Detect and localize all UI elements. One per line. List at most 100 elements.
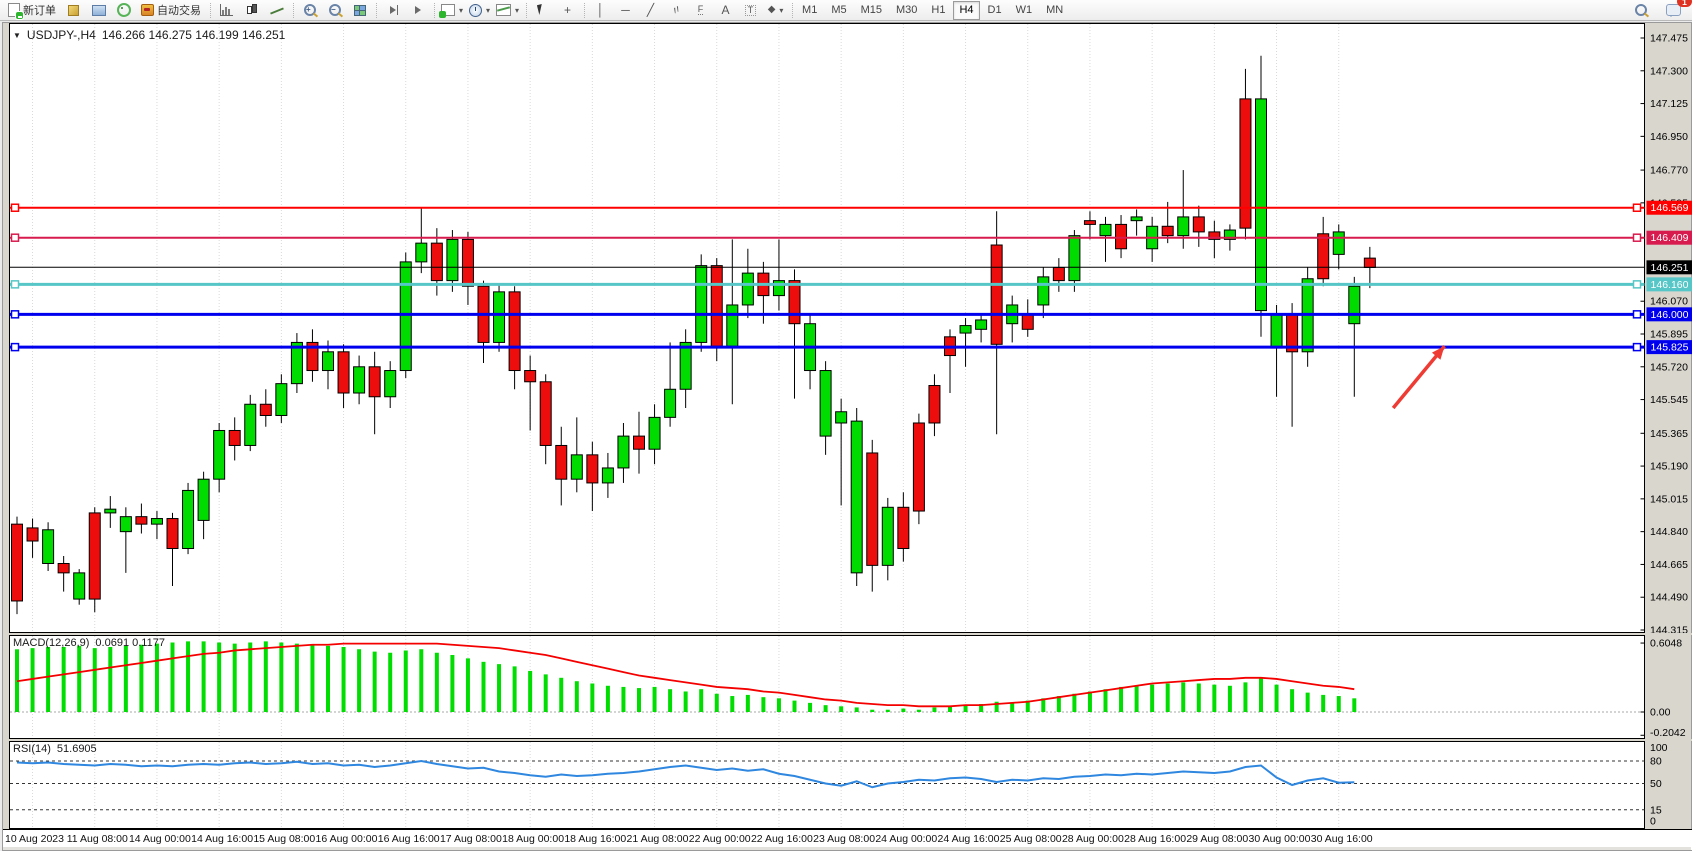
autotrade-icon — [141, 4, 154, 16]
clock-icon — [469, 4, 482, 17]
candle-body — [136, 517, 147, 524]
rsi-value: 51.6905 — [57, 743, 97, 755]
zoom-in-icon: + — [304, 4, 316, 16]
horizontal-line-icon: ─ — [621, 4, 630, 16]
candlestick-chart-button[interactable] — [239, 0, 264, 20]
date-label: 24 Aug 16:00 — [938, 833, 1000, 845]
candle-body — [338, 352, 349, 393]
date-label: 30 Aug 16:00 — [1311, 833, 1373, 845]
line-chart-button[interactable] — [264, 0, 289, 20]
label-icon: T — [745, 5, 756, 16]
price-tick-label: 144.840 — [1650, 526, 1688, 538]
price-tick-label: 145.190 — [1650, 461, 1688, 473]
tile-windows-button[interactable] — [347, 0, 372, 20]
candle-body — [1038, 277, 1049, 305]
terminal-window-button[interactable] — [86, 0, 111, 20]
timeframe-d1[interactable]: D1 — [982, 1, 1008, 20]
trendline-tool-button[interactable]: ╱ — [638, 0, 663, 20]
line-handle — [12, 204, 19, 211]
candle-body — [369, 367, 380, 397]
timeframe-w1[interactable]: W1 — [1010, 1, 1039, 20]
auto-scroll-button[interactable] — [380, 0, 405, 20]
timeframe-m30[interactable]: M30 — [890, 1, 923, 20]
auto-scroll-icon — [390, 6, 396, 14]
templates-button[interactable]: ▾ — [493, 0, 522, 20]
vertical-line-icon: │ — [597, 4, 605, 16]
candle-body — [556, 445, 567, 479]
arrows-tool-button[interactable]: ◆▾ — [763, 0, 788, 20]
candle-body — [1022, 314, 1033, 329]
macd-panel[interactable]: 0.60480.00-0.2042 — [3, 635, 1692, 739]
crosshair-tool-button[interactable]: + — [555, 0, 580, 20]
line-handle — [12, 234, 19, 241]
candle-body — [354, 367, 365, 393]
zoom-in-button[interactable]: + — [297, 0, 322, 20]
line-handle — [1634, 344, 1641, 351]
signal-button[interactable] — [111, 0, 136, 20]
date-label: 16 Aug 16:00 — [378, 833, 440, 845]
candlestick-chart-icon — [246, 4, 258, 16]
zoom-out-icon: − — [329, 4, 341, 16]
candle-body — [1193, 217, 1204, 232]
candle-body — [618, 436, 629, 468]
candle-body — [1116, 224, 1127, 248]
timeframe-m5[interactable]: M5 — [825, 1, 852, 20]
candle-body — [789, 281, 800, 324]
date-label: 28 Aug 00:00 — [1062, 833, 1124, 845]
date-label: 25 Aug 08:00 — [1000, 833, 1062, 845]
candle-body — [696, 266, 707, 343]
candle-body — [1069, 236, 1080, 281]
search-button[interactable] — [1628, 0, 1653, 20]
new-order-label: 新订单 — [23, 2, 56, 18]
fibonacci-icon: F — [698, 5, 704, 15]
date-label: 11 Aug 08:00 — [67, 833, 128, 845]
rsi-panel[interactable]: 1008050150 — [3, 741, 1692, 829]
label-tool-button[interactable]: T — [738, 0, 763, 20]
cursor-tool-button[interactable] — [530, 0, 555, 20]
vertical-line-tool-button[interactable]: │ — [588, 0, 613, 20]
zoom-out-button[interactable]: − — [322, 0, 347, 20]
bar-chart-button[interactable] — [214, 0, 239, 20]
candle-body — [12, 524, 23, 601]
date-label: 22 Aug 00:00 — [689, 833, 751, 845]
timeframe-m15[interactable]: M15 — [855, 1, 888, 20]
chart-shift-button[interactable] — [405, 0, 430, 20]
indicators-button[interactable]: ▾ — [438, 0, 466, 20]
price-tick-label: 145.365 — [1650, 428, 1688, 440]
chart-window: ▼ USDJPY-,H4 146.266 146.275 146.199 146… — [2, 22, 1692, 851]
periods-button[interactable]: ▾ — [466, 0, 493, 20]
candle-body — [976, 320, 987, 329]
timeframe-h4[interactable]: H4 — [953, 1, 979, 20]
timeframe-mn[interactable]: MN — [1040, 1, 1069, 20]
timeframe-h1[interactable]: H1 — [925, 1, 951, 20]
price-label: 146.000 — [1651, 309, 1689, 321]
cube-button[interactable] — [61, 0, 86, 20]
notifications-button[interactable]: 1 — [1661, 0, 1686, 20]
fibonacci-tool-button[interactable]: F — [688, 0, 713, 20]
template-icon — [496, 4, 511, 16]
price-tick-label: 146.950 — [1650, 131, 1688, 143]
timeframe-m1[interactable]: M1 — [796, 1, 823, 20]
channel-icon: 〃 — [667, 1, 683, 20]
separator — [430, 3, 435, 18]
candle-body — [540, 382, 551, 446]
separator — [522, 3, 527, 18]
candle-body — [991, 245, 1002, 344]
price-tick-label: 146.770 — [1650, 165, 1688, 177]
autotrade-button[interactable]: 自动交易 — [136, 0, 206, 20]
chart-shift-icon — [415, 6, 421, 14]
separator — [788, 3, 793, 18]
date-label: 29 Aug 08:00 — [1186, 833, 1248, 845]
text-tool-button[interactable]: A — [713, 0, 738, 20]
channel-tool-button[interactable]: 〃 — [663, 0, 688, 20]
new-order-button[interactable]: 新订单 — [3, 0, 61, 20]
rsi-name: RSI(14) — [13, 743, 51, 755]
candle-body — [1100, 224, 1111, 235]
candle-body — [323, 352, 334, 371]
candle-body — [960, 326, 971, 333]
main-price-panel[interactable]: 147.475147.300147.125146.950146.770146.5… — [3, 23, 1692, 633]
search-icon — [1635, 4, 1647, 16]
horizontal-line-tool-button[interactable]: ─ — [613, 0, 638, 20]
price-tick-label: 147.300 — [1650, 65, 1688, 77]
collapse-triangle-icon[interactable]: ▼ — [13, 31, 21, 40]
